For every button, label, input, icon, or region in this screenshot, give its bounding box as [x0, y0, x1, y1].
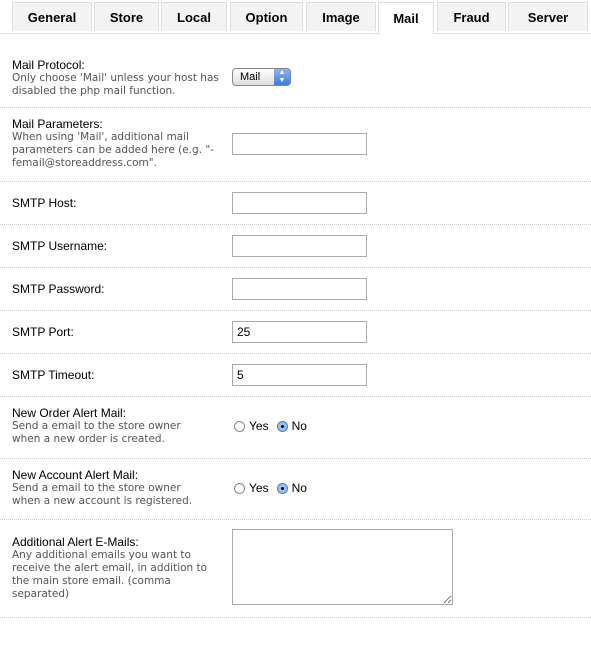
row-mail-parameters: Mail Parameters: When using 'Mail', addit… — [0, 108, 591, 182]
smtp-timeout-input[interactable] — [232, 364, 367, 386]
order-alert-yes-radio[interactable] — [234, 420, 245, 432]
selected-value: Mail — [240, 71, 261, 83]
row-smtp-password: SMTP Password: — [0, 268, 591, 311]
label: New Order Alert Mail: Send a email to the… — [12, 406, 212, 446]
tab-fraud[interactable]: Fraud — [437, 2, 506, 31]
row-order-alert: New Order Alert Mail: Send a email to the… — [0, 397, 591, 459]
radio-label: No — [291, 481, 307, 495]
smtp-host-input[interactable] — [232, 192, 367, 214]
field-help: Send a email to the store owner when a n… — [12, 420, 181, 445]
row-smtp-port: SMTP Port: — [0, 311, 591, 354]
label: Mail Protocol: Only choose 'Mail' unless … — [12, 58, 222, 98]
row-smtp-host: SMTP Host: — [0, 182, 591, 225]
field-label: SMTP Timeout: — [12, 368, 95, 382]
mail-parameters-input[interactable] — [232, 133, 367, 155]
label: Mail Parameters: When using 'Mail', addit… — [12, 117, 222, 170]
smtp-password-input[interactable] — [232, 278, 367, 300]
field-help: Send a email to the store owner when a n… — [12, 482, 193, 507]
account-alert-yes-radio[interactable] — [234, 482, 245, 494]
tab-option[interactable]: Option — [230, 2, 303, 31]
radio-label: Yes — [249, 419, 269, 433]
field-help: Only choose 'Mail' unless your host has … — [12, 72, 219, 97]
field-label: Mail Protocol: — [12, 58, 85, 72]
field-label: SMTP Password: — [12, 282, 105, 296]
field-help: Any additional emails you want to receiv… — [12, 549, 208, 600]
field-label: SMTP Host: — [12, 196, 77, 210]
chevron-updown-icon: ▲ ▼ — [274, 69, 290, 85]
field-label: SMTP Username: — [12, 239, 108, 253]
field-label: New Order Alert Mail: — [12, 406, 127, 420]
tab-local[interactable]: Local — [161, 2, 227, 31]
tab-mail[interactable]: Mail — [378, 2, 434, 34]
field-label: Additional Alert E-Mails: — [12, 535, 139, 549]
smtp-username-input[interactable] — [232, 235, 367, 257]
tab-general[interactable]: General — [12, 2, 92, 31]
row-account-alert: New Account Alert Mail: Send a email to t… — [0, 459, 591, 520]
row-smtp-username: SMTP Username: — [0, 225, 591, 268]
tab-server[interactable]: Server — [508, 2, 588, 31]
row-mail-protocol: Mail Protocol: Only choose 'Mail' unless … — [0, 33, 591, 108]
row-smtp-timeout: SMTP Timeout: — [0, 354, 591, 397]
tab-image[interactable]: Image — [306, 2, 376, 31]
field-label: Mail Parameters: — [12, 117, 103, 131]
field-help: When using 'Mail', additional mail param… — [12, 131, 214, 169]
mail-protocol-select[interactable]: Mail ▲ ▼ — [232, 68, 291, 86]
order-alert-no-radio[interactable] — [276, 420, 288, 432]
radio-label: Yes — [249, 481, 269, 495]
label: Additional Alert E-Mails: Any additional … — [12, 535, 212, 601]
field-label: SMTP Port: — [12, 325, 74, 339]
account-alert-no-radio[interactable] — [276, 482, 288, 494]
alert-emails-textarea[interactable] — [232, 529, 453, 605]
radio-label: No — [291, 419, 307, 433]
field-label: New Account Alert Mail: — [12, 468, 139, 482]
label: New Account Alert Mail: Send a email to t… — [12, 468, 212, 508]
smtp-port-input[interactable] — [232, 321, 367, 343]
tab-bar: General Store Local Option Image Mail Fr… — [0, 0, 591, 34]
tab-store[interactable]: Store — [94, 2, 159, 31]
